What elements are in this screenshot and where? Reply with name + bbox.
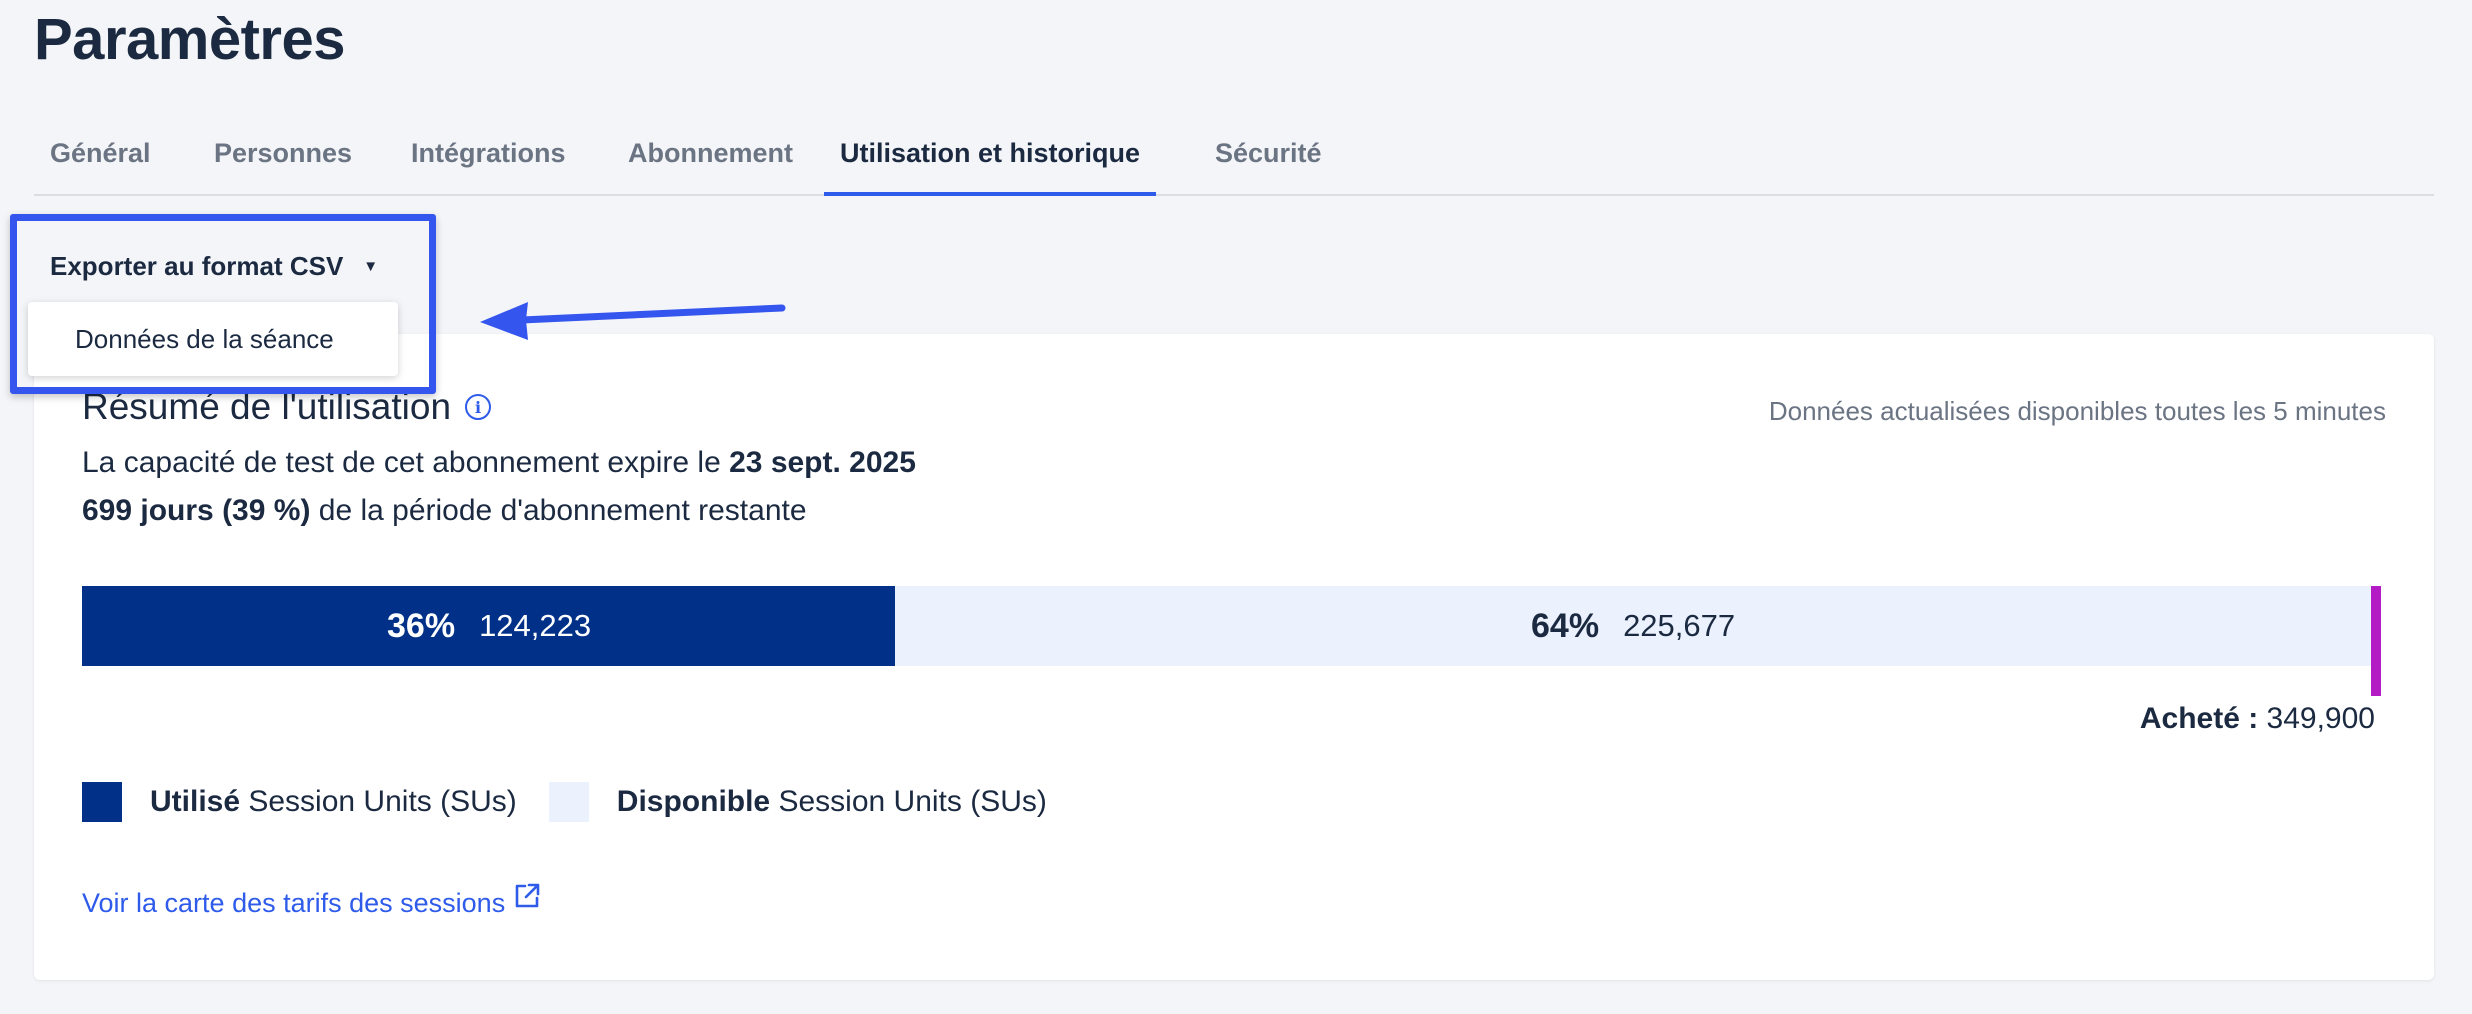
info-icon[interactable]: i: [465, 394, 492, 420]
menu-item-session-data[interactable]: Données de la séance: [28, 324, 334, 355]
external-link-icon[interactable]: [513, 882, 541, 917]
legend-available-bold: Disponible: [616, 785, 771, 818]
settings-tabs: Général Personnes Intégrations Abonnemen…: [34, 120, 2434, 196]
used-percent: 36%: [387, 606, 456, 645]
legend-used: Utilisé Session Units (SUs): [82, 782, 517, 822]
usage-bar: 36% 124,223 64% 225,677: [82, 586, 2371, 666]
expiry-date: 23 sept. 2025: [729, 446, 916, 479]
refresh-note: Données actualisées disponibles toutes l…: [1768, 396, 2386, 426]
expiry-prefix: La capacité de test de cet abonnement ex…: [82, 446, 730, 479]
legend-used-swatch: [82, 782, 122, 822]
export-csv-label[interactable]: Exporter au format CSV: [50, 251, 343, 282]
expiry-line: La capacité de test de cet abonnement ex…: [82, 446, 916, 480]
legend-used-text: Session Units (SUs): [240, 785, 517, 818]
page-title: Paramètres: [34, 7, 346, 72]
available-segment-label: 64% 225,677: [1531, 586, 1735, 666]
available-percent: 64%: [1531, 606, 1600, 645]
used-value: 124,223: [479, 608, 592, 643]
tab-integrations[interactable]: Intégrations: [411, 138, 566, 196]
caret-down-icon[interactable]: ▼: [363, 258, 378, 275]
tab-security[interactable]: Sécurité: [1215, 138, 1322, 196]
session-rate-card-link[interactable]: Voir la carte des tarifs des sessions: [82, 883, 541, 919]
legend-available: Disponible Session Units (SUs): [517, 782, 1047, 822]
tab-usage-history[interactable]: Utilisation et historique: [824, 138, 1157, 196]
legend-available-swatch: [548, 782, 589, 822]
tab-general[interactable]: Général: [50, 138, 151, 196]
tab-subscription[interactable]: Abonnement: [628, 138, 793, 196]
purchased-value: 349,900: [2266, 702, 2375, 735]
session-rate-card-link-label[interactable]: Voir la carte des tarifs des sessions: [82, 888, 505, 919]
legend-used-bold: Utilisé: [150, 785, 241, 818]
export-csv-button[interactable]: Exporter au format CSV ▼: [50, 246, 378, 286]
remaining-days: 699 jours (39 %): [82, 494, 311, 527]
purchased-total: Acheté : 349,900: [2140, 702, 2375, 736]
remaining-suffix: de la période d'abonnement restante: [310, 494, 807, 527]
used-segment-label: 36% 124,223: [387, 586, 591, 666]
export-dropdown-menu: Données de la séance: [28, 302, 398, 376]
purchased-marker: [2371, 586, 2381, 696]
available-value: 225,677: [1623, 608, 1736, 643]
usage-legend: Utilisé Session Units (SUs) Disponible S…: [82, 782, 1047, 822]
tab-people[interactable]: Personnes: [214, 138, 352, 196]
annotation-arrow-icon: [480, 302, 786, 340]
legend-available-text: Session Units (SUs): [770, 785, 1047, 818]
remaining-line: 699 jours (39 %) de la période d'abonnem…: [82, 494, 807, 528]
usage-summary-card: Résumé de l'utilisation i Données actual…: [34, 334, 2434, 980]
purchased-label: Acheté :: [2139, 702, 2259, 735]
